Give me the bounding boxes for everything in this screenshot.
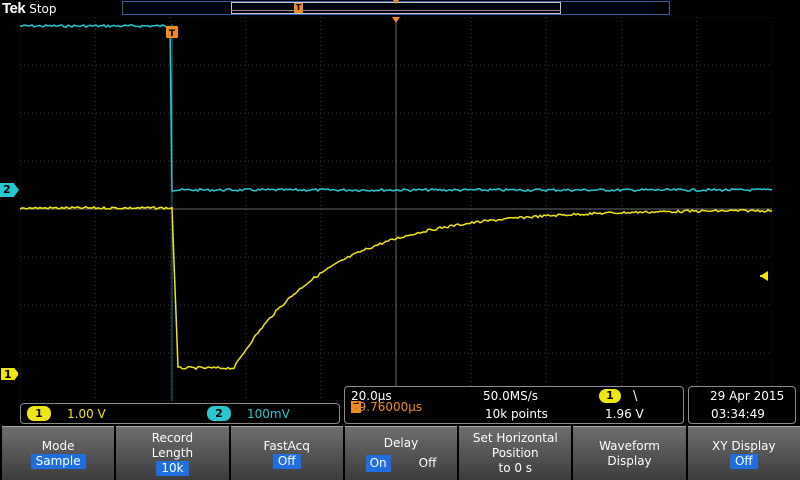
- ch1-scale: 1.00 V: [67, 406, 106, 421]
- delay-off[interactable]: Off: [419, 456, 437, 471]
- channel-readout[interactable]: 1 1.00 V 2 100mV: [20, 403, 340, 424]
- falling-edge-icon: \: [633, 389, 638, 404]
- set-horizontal-position-button[interactable]: Set Horizontal Position to 0 s: [459, 426, 572, 480]
- ch1-badge[interactable]: 1: [27, 406, 51, 421]
- xy-display-value: Off: [729, 453, 758, 469]
- waveform-graticule[interactable]: T: [20, 17, 772, 401]
- record-position-arrow-icon: [392, 0, 400, 4]
- set-horizontal-label-1: Set Horizontal: [472, 431, 558, 445]
- trigger-level-arrow-icon[interactable]: [760, 271, 768, 281]
- run-state: Stop: [29, 2, 57, 16]
- set-horizontal-label-2: Position: [491, 446, 539, 460]
- ch2-badge[interactable]: 2: [207, 406, 231, 421]
- time: 03:34:49: [711, 407, 765, 421]
- date: 29 Apr 2015: [710, 389, 785, 403]
- record-length-value: 10k: [156, 461, 189, 476]
- trigger-position-value: 59.76000µs: [351, 400, 423, 414]
- mode-value: Sample: [30, 453, 86, 469]
- fastacq-label: FastAcq: [263, 438, 310, 453]
- header: Tek Stop: [2, 0, 57, 17]
- delay-label: Delay: [383, 435, 419, 450]
- waveform-display-label-1: Waveform: [599, 438, 660, 453]
- fastacq-value: Off: [272, 453, 301, 469]
- trigger-point-marker-label: T: [169, 29, 176, 39]
- xy-display-label: XY Display: [712, 438, 776, 453]
- ch2-ground-marker[interactable]: 2: [0, 183, 19, 197]
- delay-on[interactable]: On: [365, 454, 391, 472]
- sample-rate: 50.0MS/s: [483, 389, 538, 403]
- delay-button[interactable]: Delay On Off: [344, 426, 458, 480]
- ch1-ground-marker[interactable]: 1: [0, 367, 19, 381]
- record-length-label-1: Record: [151, 431, 194, 445]
- mode-button[interactable]: Mode Sample: [2, 426, 115, 480]
- acquisition-readout[interactable]: 20.0µs 50.0MS/s T → 59.76000µs 10k point…: [344, 386, 684, 424]
- trigger-level: 1.96 V: [605, 407, 644, 421]
- delay-toggle[interactable]: On Off: [365, 454, 437, 472]
- fastacq-button[interactable]: FastAcq Off: [230, 426, 343, 480]
- record-view-bar[interactable]: T: [122, 0, 670, 15]
- record-length-button[interactable]: Record Length 10k: [116, 426, 229, 480]
- brand-logo: Tek: [2, 0, 26, 17]
- set-horizontal-label-3: to 0 s: [498, 461, 533, 475]
- waveform-display-button[interactable]: Waveform Display: [573, 426, 686, 480]
- xy-display-button[interactable]: XY Display Off: [687, 426, 800, 480]
- record-points: 10k points: [485, 407, 548, 421]
- record-trigger-marker: T: [294, 3, 303, 13]
- softkey-menu: Mode Sample Record Length 10k FastAcq Of…: [2, 426, 800, 480]
- mode-label: Mode: [41, 438, 75, 453]
- date-time-readout: 29 Apr 2015 03:34:49: [688, 386, 796, 424]
- record-length-label-2: Length: [151, 446, 194, 460]
- horizontal-position-arrow-icon: [392, 17, 400, 23]
- trigger-source-badge: 1: [599, 389, 621, 403]
- waveform-display-label-2: Display: [607, 453, 652, 468]
- record-midline: [231, 10, 561, 11]
- ch2-scale: 100mV: [247, 406, 290, 421]
